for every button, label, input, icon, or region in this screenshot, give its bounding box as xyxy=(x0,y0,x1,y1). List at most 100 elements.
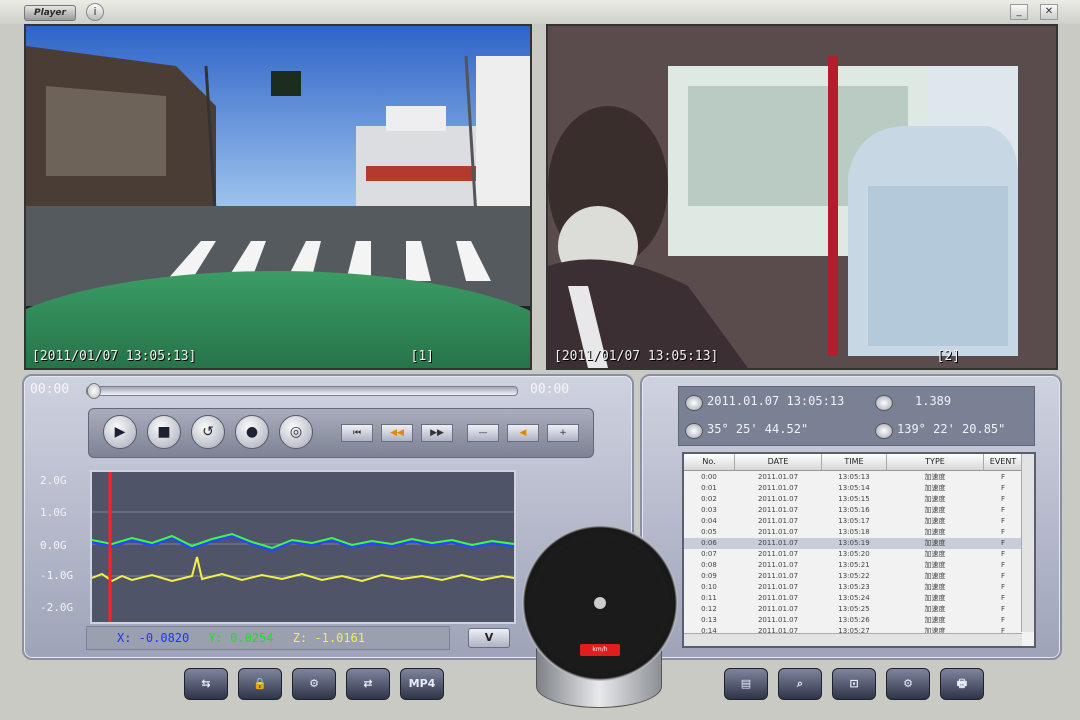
table-cell: 13:05:16 xyxy=(838,506,870,514)
minimize-button[interactable]: _ xyxy=(1010,4,1028,20)
lock-button[interactable]: 🔒 xyxy=(238,668,282,700)
slow-button[interactable]: ◀ xyxy=(507,424,539,442)
screen-button[interactable]: ⊡ xyxy=(832,668,876,700)
table-cell: 加速度 xyxy=(924,473,946,481)
table-cell: 13:05:25 xyxy=(838,605,870,613)
table-cell: 2011.01.07 xyxy=(757,594,799,602)
record-button[interactable]: ● xyxy=(235,415,269,449)
table-cell: 加速度 xyxy=(924,495,946,503)
sync-button[interactable]: ⇄ xyxy=(346,668,390,700)
video-channel-2[interactable]: [2011/01/07 13:05:13] [2] xyxy=(546,24,1058,370)
graph-ylabel-4: -1.0G xyxy=(40,569,74,582)
table-vertical-scrollbar[interactable] xyxy=(1021,454,1034,632)
gps-latitude: 35° 25' 44.52" xyxy=(707,422,809,436)
g-sensor-graph[interactable] xyxy=(90,470,516,624)
video-1-timestamp: [2011/01/07 13:05:13] xyxy=(32,349,197,364)
info-button[interactable]: i xyxy=(86,3,104,21)
rewind-button[interactable]: ◀◀ xyxy=(381,424,413,442)
col-event[interactable]: EVENT xyxy=(984,454,1023,470)
table-cell: 0:04 xyxy=(701,517,717,525)
skip-start-button[interactable]: ⏮ xyxy=(341,424,373,442)
event-table[interactable]: No. DATE TIME TYPE EVENT 0:00 2011.01.07 1… xyxy=(682,452,1036,648)
table-horizontal-scrollbar[interactable] xyxy=(684,633,1022,646)
close-button[interactable]: ✕ xyxy=(1040,4,1058,20)
volume-up-button[interactable]: + xyxy=(547,424,579,442)
table-cell: F xyxy=(1000,561,1006,569)
table-row[interactable]: 0:13 2011.01.07 13:05:26 加速度 F xyxy=(684,615,1022,626)
settings-button[interactable]: ⚙ xyxy=(292,668,336,700)
street-scene-image xyxy=(26,26,530,368)
table-cell: 2011.01.07 xyxy=(757,572,799,580)
table-row[interactable]: 0:02 2011.01.07 13:05:15 加速度 F xyxy=(684,494,1022,505)
seek-handle[interactable] xyxy=(87,383,101,399)
table-cell: 0:03 xyxy=(701,506,717,514)
stop-button[interactable]: ■ xyxy=(147,415,181,449)
table-row[interactable]: 0:01 2011.01.07 13:05:14 加速度 F xyxy=(684,483,1022,494)
x-value: X: -0.0820 xyxy=(117,631,190,645)
play-button[interactable]: ▶ xyxy=(103,415,137,449)
table-cell: 2011.01.07 xyxy=(757,484,799,492)
table-row[interactable]: 0:05 2011.01.07 13:05:18 加速度 F xyxy=(684,527,1022,538)
table-row[interactable]: 0:08 2011.01.07 13:05:21 加速度 F xyxy=(684,560,1022,571)
table-cell: 0:10 xyxy=(701,583,717,591)
table-cell: 加速度 xyxy=(924,517,946,525)
table-cell: 13:05:14 xyxy=(838,484,870,492)
table-cell: 0:00 xyxy=(701,473,717,481)
table-cell: 2011.01.07 xyxy=(757,605,799,613)
table-cell: 加速度 xyxy=(924,605,946,613)
config-button[interactable]: ⚙ xyxy=(886,668,930,700)
table-row[interactable]: 0:10 2011.01.07 13:05:23 加速度 F xyxy=(684,582,1022,593)
table-cell: 13:05:20 xyxy=(838,550,870,558)
g-sensor-plot xyxy=(91,472,515,622)
seek-bar[interactable] xyxy=(86,383,518,399)
table-row[interactable]: 0:09 2011.01.07 13:05:22 加速度 F xyxy=(684,571,1022,582)
title-bar: Player i _ ✕ xyxy=(0,0,1080,24)
table-cell: F xyxy=(1000,616,1006,624)
video-1-channel-label: [1] xyxy=(410,349,434,364)
graph-ylabel-3: 0.0G xyxy=(40,539,67,552)
table-row[interactable]: 0:11 2011.01.07 13:05:24 加速度 F xyxy=(684,593,1022,604)
export-mp4-button[interactable]: MP4 xyxy=(400,668,444,700)
table-cell: 加速度 xyxy=(924,594,946,602)
open-button[interactable]: ↺ xyxy=(191,415,225,449)
table-row[interactable]: 0:06 2011.01.07 13:05:19 加速度 F xyxy=(684,538,1022,549)
trace-z xyxy=(91,534,515,552)
video-channel-1[interactable]: [2011/01/07 13:05:13] [1] xyxy=(24,24,532,370)
video-2-timestamp: [2011/01/07 13:05:13] xyxy=(554,349,719,364)
table-row[interactable]: 0:07 2011.01.07 13:05:20 加速度 F xyxy=(684,549,1022,560)
table-row[interactable]: 0:04 2011.01.07 13:05:17 加速度 F xyxy=(684,516,1022,527)
volume-down-button[interactable]: — xyxy=(467,424,499,442)
fast-forward-button[interactable]: ▶▶ xyxy=(421,424,453,442)
table-cell: 2011.01.07 xyxy=(757,506,799,514)
table-row[interactable]: 0:03 2011.01.07 13:05:16 加速度 F xyxy=(684,505,1022,516)
search-button[interactable]: ⌕ xyxy=(778,668,822,700)
table-cell: 13:05:13 xyxy=(838,473,870,481)
table-row[interactable]: 0:12 2011.01.07 13:05:25 加速度 F xyxy=(684,604,1022,615)
table-cell: 13:05:17 xyxy=(838,517,870,525)
col-type[interactable]: TYPE xyxy=(887,454,984,470)
table-cell: F xyxy=(1000,572,1006,580)
gauge-needle-hub xyxy=(594,597,606,609)
table-cell: 0:02 xyxy=(701,495,717,503)
folder-button[interactable]: ▤ xyxy=(724,668,768,700)
table-cell: 0:05 xyxy=(701,528,717,536)
col-date[interactable]: DATE xyxy=(735,454,822,470)
gps-info: 2011.01.07 13:05:13 1.389 35° 25' 44.52"… xyxy=(678,386,1035,446)
col-time[interactable]: TIME xyxy=(822,454,887,470)
graph-ylabel-top: 2.0G xyxy=(40,474,67,487)
table-cell: 加速度 xyxy=(924,550,946,558)
table-cell: F xyxy=(1000,528,1006,536)
table-cell: F xyxy=(1000,473,1006,481)
table-row[interactable]: 0:00 2011.01.07 13:05:13 加速度 F xyxy=(684,472,1022,483)
table-cell: 2011.01.07 xyxy=(757,517,799,525)
table-cell: 2011.01.07 xyxy=(757,550,799,558)
print-button[interactable]: 🖶 xyxy=(940,668,984,700)
snapshot-button[interactable]: ◎ xyxy=(279,415,313,449)
video-2-channel-label: [2] xyxy=(936,349,960,364)
table-cell: 0:07 xyxy=(701,550,717,558)
col-no[interactable]: No. xyxy=(684,454,735,470)
gps-datetime: 2011.01.07 13:05:13 xyxy=(707,394,845,408)
bottom-button-1[interactable]: ⇆ xyxy=(184,668,228,700)
view-toggle-button[interactable]: V xyxy=(468,628,510,648)
globe-longitude-icon xyxy=(875,423,893,439)
